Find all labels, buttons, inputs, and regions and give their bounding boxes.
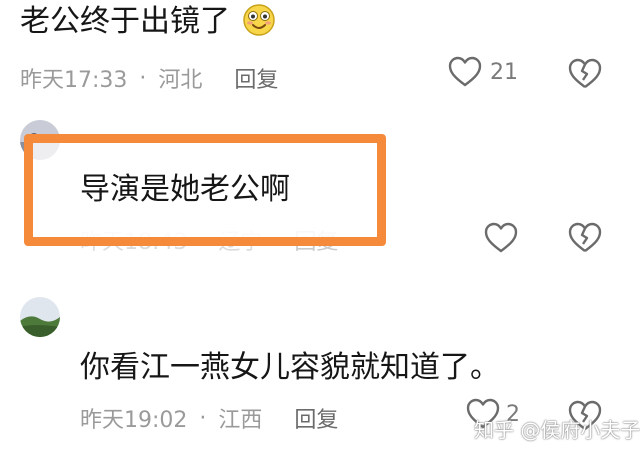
comment-2-like-button[interactable] <box>484 222 518 254</box>
comment-3-location: 江西 <box>218 408 263 433</box>
comment-1-like-count: 21 <box>490 59 518 85</box>
comment-3-time: 昨天19:02 <box>80 408 188 433</box>
comment-1-meta: 昨天17:33 · 河北 回复 <box>20 62 278 94</box>
comment-3-text: 你看江一燕女儿容貌就知道了。 <box>80 350 500 385</box>
meta-separator: · <box>199 405 207 431</box>
watermark: 知乎 @侯府小夫子 <box>474 418 640 442</box>
heart-icon <box>484 222 518 254</box>
comment-1-dislike-button[interactable] <box>568 58 602 90</box>
comment-2-text: 导演是她老公啊 <box>80 172 290 207</box>
comment-3-avatar[interactable] <box>20 297 60 337</box>
broken-heart-icon <box>568 222 602 254</box>
meta-separator: · <box>139 65 147 91</box>
broken-heart-icon <box>568 58 602 90</box>
smile-face-emoji-icon <box>242 3 276 37</box>
comment-1-reply-button[interactable]: 回复 <box>234 62 278 94</box>
comment-1-like-button[interactable]: 21 <box>448 56 518 88</box>
comment-3-meta: 昨天19:02 · 江西 回复 <box>80 402 338 434</box>
comment-1-location: 河北 <box>158 68 203 93</box>
comment-3-reply-button[interactable]: 回复 <box>294 402 338 434</box>
comment-1-text-row: 老公终于出镜了 <box>20 2 276 42</box>
comment-1-text: 老公终于出镜了 <box>20 4 230 39</box>
heart-icon <box>448 56 482 88</box>
comment-1-time: 昨天17:33 <box>20 68 128 93</box>
comment-2-dislike-button[interactable] <box>568 222 602 254</box>
